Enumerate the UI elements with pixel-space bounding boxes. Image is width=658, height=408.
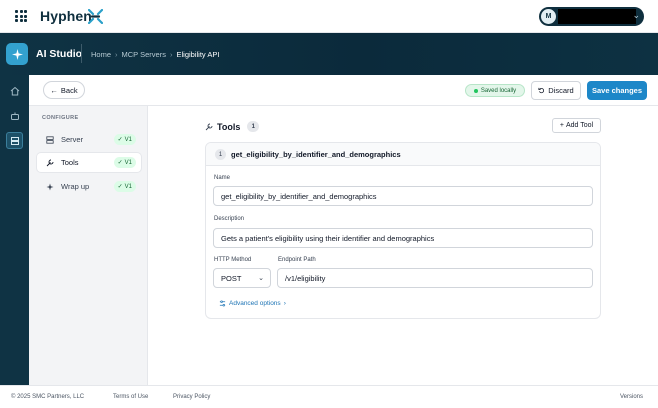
saved-status-badge: Saved locally [465, 84, 525, 97]
http-method-select[interactable]: POST ⌄ [213, 268, 271, 288]
hyphen-logo-icon [88, 9, 103, 24]
check-icon: ✓ [117, 137, 123, 143]
apps-grid-icon[interactable] [15, 10, 27, 22]
rail-home-button[interactable] [6, 82, 23, 99]
footer-terms-link[interactable]: Terms of Use [113, 394, 148, 400]
footer: © 2025 SMC Partners, LLC Terms of Use Pr… [0, 385, 658, 408]
version-badge: ✓ V1 [113, 134, 136, 145]
rail-bot-button[interactable] [6, 107, 23, 124]
status-dot-icon [473, 88, 478, 93]
name-label: Name [214, 175, 231, 181]
breadcrumb-home[interactable]: Home [91, 50, 111, 59]
wrench-icon [46, 159, 54, 166]
home-icon [10, 86, 19, 95]
sparkle-icon [46, 183, 54, 190]
redacted-user-name [558, 9, 636, 24]
footer-privacy-link[interactable]: Privacy Policy [173, 394, 210, 400]
robot-icon [10, 112, 19, 120]
settings-sliders-icon [219, 300, 226, 307]
tool-description-input[interactable]: Gets a patient's eligibility using their… [213, 228, 593, 248]
footer-copyright: © 2025 SMC Partners, LLC [11, 394, 85, 400]
avatar: M [541, 9, 556, 24]
add-tool-button[interactable]: + Add Tool [552, 118, 601, 133]
http-method-label: HTTP Method [214, 257, 252, 263]
sidebar-heading: CONFIGURE [42, 115, 79, 121]
tools-section-title: Tools 1 [205, 121, 260, 132]
user-menu[interactable]: M ⌄ [539, 7, 644, 26]
tool-card-header[interactable]: 1 get_eligibility_by_identifier_and_demo… [206, 143, 600, 166]
tool-index-badge: 1 [215, 149, 226, 160]
server-icon [46, 135, 54, 144]
wrench-icon [205, 123, 213, 130]
sidebar-item-tools[interactable]: Tools ✓ V1 [37, 153, 141, 172]
brand-logo-text: Hyphen [40, 8, 92, 24]
server-stack-icon [10, 136, 19, 145]
version-badge: ✓ V1 [113, 157, 136, 168]
breadcrumb: Home › MCP Servers › Eligibility API [91, 50, 219, 59]
chevron-right-icon: › [283, 300, 286, 307]
sidebar-item-server[interactable]: Server ✓ V1 [37, 130, 141, 149]
arrow-left-icon: ← [50, 85, 58, 95]
breadcrumb-current: Eligibility API [176, 50, 220, 59]
version-badge: ✓ V1 [113, 181, 136, 192]
app-name: AI Studio [36, 48, 83, 60]
breadcrumb-mcp-servers[interactable]: MCP Servers [122, 50, 166, 59]
endpoint-path-label: Endpoint Path [278, 257, 316, 263]
chevron-right-icon: › [115, 50, 118, 59]
plus-icon: + [559, 122, 564, 129]
chevron-down-icon: ⌄ [258, 275, 264, 282]
save-changes-button[interactable]: Save changes [587, 81, 647, 100]
tool-header-name: get_eligibility_by_identifier_and_demogr… [231, 150, 401, 159]
advanced-options-toggle[interactable]: Advanced options › [219, 300, 286, 307]
endpoint-path-input[interactable]: /v1/eligibility [277, 268, 593, 288]
check-icon: ✓ [117, 160, 123, 166]
header-divider [81, 44, 82, 63]
rail-servers-button[interactable] [6, 132, 23, 149]
discard-button[interactable]: Discard [531, 81, 581, 100]
sidebar-item-wrap-up[interactable]: Wrap up ✓ V1 [37, 177, 141, 196]
chevron-right-icon: › [169, 50, 173, 59]
ai-studio-logo-icon[interactable] [6, 43, 28, 65]
description-label: Description [214, 216, 245, 222]
check-icon: ✓ [117, 184, 123, 190]
undo-icon [538, 87, 545, 94]
chevron-down-icon: ⌄ [632, 10, 640, 20]
footer-versions-link[interactable]: Versions [620, 394, 643, 400]
tools-count-badge: 1 [247, 121, 260, 132]
tool-name-input[interactable]: get_eligibility_by_identifier_and_demogr… [213, 186, 593, 206]
back-button[interactable]: ← Back [43, 81, 85, 99]
